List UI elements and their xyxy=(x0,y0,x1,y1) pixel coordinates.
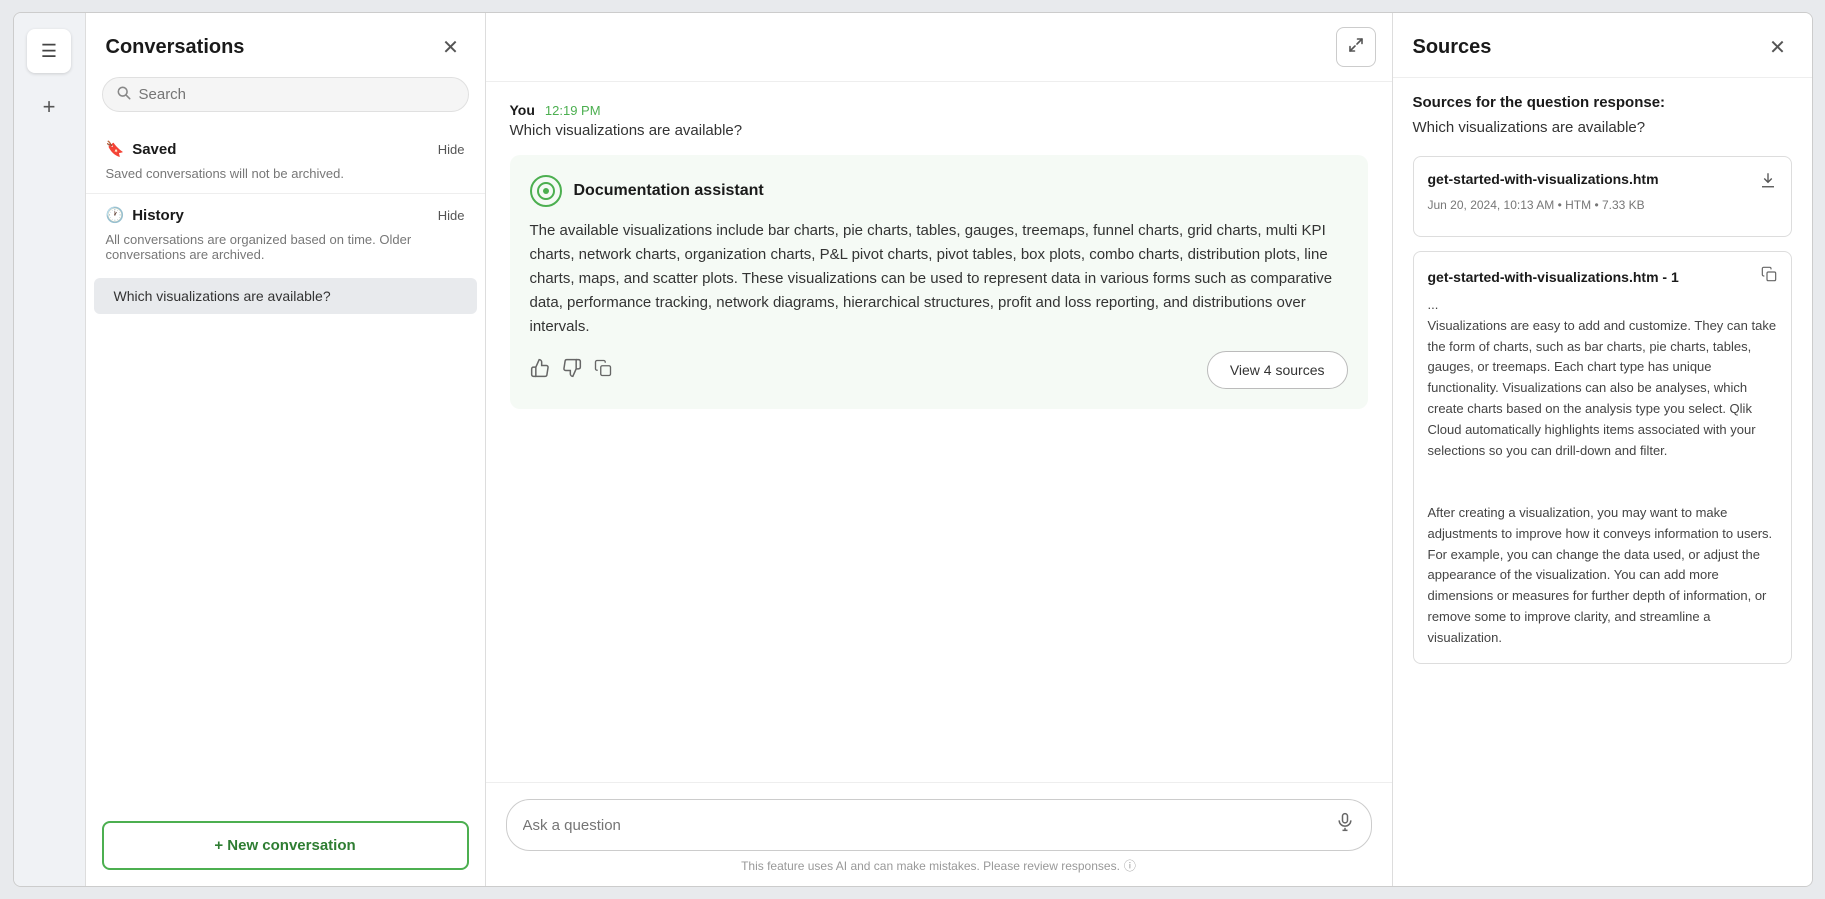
hide-history-button[interactable]: Hide xyxy=(438,208,465,223)
app-container: ☰ + Conversations ✕ xyxy=(13,12,1813,887)
user-message: You 12:19 PM Which visualizations are av… xyxy=(510,102,1368,139)
chat-area: You 12:19 PM Which visualizations are av… xyxy=(486,13,1392,886)
expand-icon xyxy=(1348,37,1364,58)
history-label: 🕐 History xyxy=(106,206,184,224)
user-name: You xyxy=(510,102,535,118)
sources-header: Sources ✕ xyxy=(1393,13,1812,78)
assistant-header: Documentation assistant xyxy=(530,175,1348,207)
assistant-icon xyxy=(530,175,562,207)
hide-saved-button[interactable]: Hide xyxy=(438,142,465,157)
source-file-header: get-started-with-visualizations.htm xyxy=(1428,171,1777,194)
search-container xyxy=(86,77,485,128)
thumbs-down-button[interactable] xyxy=(562,358,582,383)
copy-response-button[interactable] xyxy=(594,358,612,383)
saved-title: Saved xyxy=(132,141,176,158)
chat-input-area: This feature uses AI and can make mistak… xyxy=(486,782,1392,886)
sources-body: Sources for the question response: Which… xyxy=(1393,78,1812,886)
conversations-panel: Conversations ✕ 🔖 Saved H xyxy=(86,13,486,886)
close-icon: ✕ xyxy=(442,35,459,60)
view-sources-button[interactable]: View 4 sources xyxy=(1207,351,1348,389)
conversations-header: Conversations ✕ xyxy=(86,13,485,77)
saved-section-header: 🔖 Saved Hide xyxy=(86,128,485,162)
assistant-name: Documentation assistant xyxy=(574,182,764,200)
list-item[interactable]: Which visualizations are available? xyxy=(94,278,477,314)
sidebar-toggle-panel: ☰ + xyxy=(14,13,86,886)
search-wrapper xyxy=(102,77,469,112)
thumbs-down-icon xyxy=(562,362,582,382)
history-icon: 🕐 xyxy=(106,206,125,224)
hamburger-icon: ☰ xyxy=(41,41,57,62)
bookmark-icon: 🔖 xyxy=(106,140,125,158)
user-meta: You 12:19 PM xyxy=(510,102,1368,118)
source-file-name: get-started-with-visualizations.htm xyxy=(1428,171,1751,187)
new-conversation-label: + New conversation xyxy=(214,837,355,854)
plus-icon: + xyxy=(43,94,56,120)
search-input[interactable] xyxy=(139,86,454,103)
search-icon xyxy=(117,86,131,103)
close-conversations-button[interactable]: ✕ xyxy=(437,33,465,61)
sources-for-label: Sources for the question response: xyxy=(1413,94,1792,111)
close-sources-button[interactable]: ✕ xyxy=(1764,33,1792,61)
toggle-conversations-button[interactable]: ☰ xyxy=(27,29,71,73)
feedback-buttons xyxy=(530,358,612,383)
conversation-list: Which visualizations are available? xyxy=(86,274,485,805)
info-icon: ⓘ xyxy=(1124,857,1136,874)
mic-icon xyxy=(1335,815,1355,837)
sources-question: Which visualizations are available? xyxy=(1413,119,1792,136)
source-excerpt-text: ... Visualizations are easy to add and c… xyxy=(1428,295,1777,649)
user-time: 12:19 PM xyxy=(545,103,601,118)
sources-title: Sources xyxy=(1413,36,1492,59)
source-excerpt-name: get-started-with-visualizations.htm - 1 xyxy=(1428,269,1679,285)
thumbs-up-icon xyxy=(530,362,550,382)
disclaimer-text: This feature uses AI and can make mistak… xyxy=(741,859,1120,873)
assistant-actions: View 4 sources xyxy=(530,351,1348,389)
history-section-header: 🕐 History Hide xyxy=(86,194,485,228)
mic-button[interactable] xyxy=(1335,812,1355,838)
source-file-card: get-started-with-visualizations.htm Jun … xyxy=(1413,156,1792,237)
download-source-button[interactable] xyxy=(1759,171,1777,194)
chat-input-wrapper xyxy=(506,799,1372,851)
chat-messages: You 12:19 PM Which visualizations are av… xyxy=(486,82,1392,782)
view-sources-label: View 4 sources xyxy=(1230,362,1325,378)
expand-chat-button[interactable] xyxy=(1336,27,1376,67)
user-text: Which visualizations are available? xyxy=(510,122,1368,139)
history-description: All conversations are organized based on… xyxy=(86,228,485,274)
chat-input[interactable] xyxy=(523,817,1327,834)
saved-description: Saved conversations will not be archived… xyxy=(86,162,485,194)
source-excerpt-card: get-started-with-visualizations.htm - 1 … xyxy=(1413,251,1792,664)
saved-label: 🔖 Saved xyxy=(106,140,177,158)
thumbs-up-button[interactable] xyxy=(530,358,550,383)
history-title: History xyxy=(132,207,184,224)
new-conversation-button[interactable]: + New conversation xyxy=(102,821,469,870)
source-file-meta: Jun 20, 2024, 10:13 AM • HTM • 7.33 KB xyxy=(1428,198,1777,212)
sources-panel: Sources ✕ Sources for the question respo… xyxy=(1392,13,1812,886)
chat-topbar xyxy=(486,13,1392,82)
conversation-item-text: Which visualizations are available? xyxy=(114,288,331,304)
close-sources-icon: ✕ xyxy=(1769,35,1786,60)
ai-disclaimer: This feature uses AI and can make mistak… xyxy=(506,851,1372,878)
new-item-button[interactable]: + xyxy=(31,89,67,125)
source-excerpt-header: get-started-with-visualizations.htm - 1 xyxy=(1428,266,1777,287)
copy-icon xyxy=(594,361,612,381)
copy-excerpt-button[interactable] xyxy=(1761,266,1777,287)
assistant-message: Documentation assistant The available vi… xyxy=(510,155,1368,409)
assistant-text: The available visualizations include bar… xyxy=(530,219,1348,339)
conversations-title: Conversations xyxy=(106,36,245,59)
